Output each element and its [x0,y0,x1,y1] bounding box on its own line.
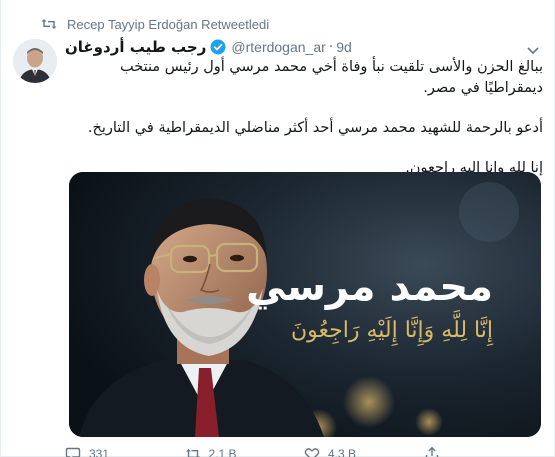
reply-count: 331 [89,447,110,457]
tweet-paragraph-1: ببالغ الحزن والأسى تلقيت نبأ وفاة أخي مح… [120,59,543,96]
like-button[interactable]: 4,3 B [304,444,424,457]
share-button[interactable] [424,444,544,457]
share-icon [424,446,440,457]
retweet-label: Recep Tayyip Erdoğan Retweetledi [67,16,270,32]
reply-button[interactable]: 331 [65,444,185,457]
tweet-media-image[interactable]: محمد مرسي إِنَّا لِلَّهِ وَإِنَّا إِلَيْ… [69,172,541,437]
retweet-count: 2,1 B [208,447,237,457]
media-caption-verse: إِنَّا لِلَّهِ وَإِنَّا إِلَيْهِ رَاجِعُ… [291,318,493,343]
media-caption-name: محمد مرسي [246,264,493,310]
like-icon [304,446,320,457]
author-handle[interactable]: @rterdogan_ar [231,39,325,55]
tweet-actions: 331 2,1 B 4,3 B [65,444,543,457]
author-name[interactable]: رجب طيب أردوغان [65,38,206,56]
tweet-card[interactable]: Recep Tayyip Erdoğan Retweetledi رجب طيب… [0,0,555,457]
retweet-icon [185,446,201,457]
tweet-time[interactable]: 9d [336,39,352,55]
retweet-button[interactable]: 2,1 B [185,444,305,457]
reply-icon [65,446,81,457]
verified-badge-icon [210,39,226,55]
avatar[interactable] [13,39,57,83]
separator-dot: · [328,39,334,55]
like-count: 4,3 B [328,447,357,457]
tweet-paragraph-2: أدعو بالرحمة للشهيد محمد مرسي أحد أكثر م… [87,120,543,136]
retweet-context[interactable]: Recep Tayyip Erdoğan Retweetledi [41,14,269,34]
tweet-text: ببالغ الحزن والأسى تلقيت نبأ وفاة أخي مح… [65,57,543,179]
retweet-icon [41,17,57,31]
